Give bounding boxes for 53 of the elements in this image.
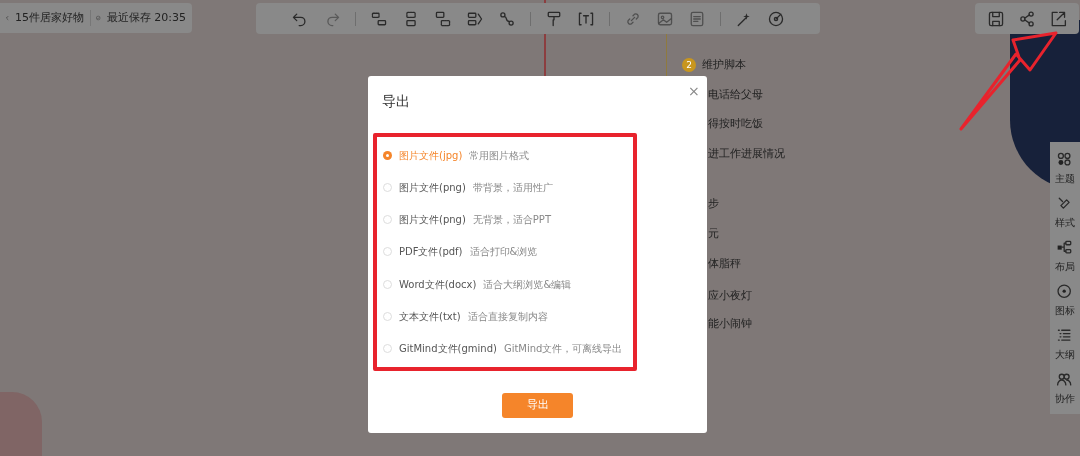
- mindmap-branch-line: [666, 34, 667, 76]
- share-icon[interactable]: [1018, 9, 1036, 28]
- mindmap-node-text[interactable]: 维护脚本: [702, 57, 746, 74]
- side-panel-label[interactable]: 协作: [1055, 390, 1075, 406]
- parent-node-icon[interactable]: [434, 9, 452, 28]
- save-status: 最近保存 20:35: [106, 9, 186, 26]
- option-hint: GitMind文件，可离线导出: [503, 342, 623, 357]
- option-hint: 适合大纲浏览&编辑: [483, 277, 572, 292]
- option-hint: 带背景，适用性广: [472, 180, 553, 195]
- option-hint: 无背景，适合PPT: [472, 213, 551, 228]
- mindmap-node-text[interactable]: 电话给父母: [708, 87, 763, 104]
- option-label[interactable]: 图片文件(png): [399, 179, 466, 195]
- save-icon[interactable]: [987, 9, 1006, 28]
- side-panel-label[interactable]: 布局: [1055, 258, 1075, 274]
- close-button[interactable]: ×: [688, 84, 700, 98]
- option-label[interactable]: 图片文件(png): [399, 212, 466, 228]
- radio-button[interactable]: [383, 215, 392, 225]
- radio-button[interactable]: [383, 150, 392, 160]
- option-label[interactable]: 文本文件(txt): [399, 309, 461, 325]
- radio-button[interactable]: [383, 182, 392, 192]
- option-label[interactable]: 图片文件(jpg): [399, 147, 463, 163]
- theme-icon[interactable]: [1056, 150, 1074, 169]
- mindmap-node-text[interactable]: 元: [708, 226, 719, 243]
- radio-button[interactable]: [383, 344, 392, 354]
- relation-line-icon[interactable]: [498, 9, 516, 28]
- radio-button[interactable]: [383, 247, 392, 257]
- side-panel-label[interactable]: 图标: [1055, 302, 1075, 318]
- radio-button[interactable]: [383, 279, 392, 289]
- paint-roller-icon[interactable]: [545, 9, 563, 28]
- layout-icon[interactable]: [1056, 238, 1074, 257]
- document-title[interactable]: 15件居家好物: [14, 9, 84, 27]
- mindmap-node-text[interactable]: 进工作进展情况: [708, 146, 785, 163]
- option-label[interactable]: GitMind文件(gmind): [399, 341, 497, 357]
- option-label[interactable]: Word文件(docx): [399, 276, 477, 292]
- side-panel-label[interactable]: 大纲: [1055, 346, 1075, 362]
- side-panel-label[interactable]: 主题: [1055, 170, 1075, 186]
- option-hint: 适合直接复制内容: [467, 310, 548, 325]
- dialog-title: 导出: [382, 92, 410, 111]
- note-icon[interactable]: [688, 9, 706, 28]
- radio-button[interactable]: [383, 312, 392, 322]
- mindmap-node-text[interactable]: 得按时吃饭: [708, 116, 763, 133]
- export-button[interactable]: 导出: [502, 393, 573, 418]
- mindmap-node-text[interactable]: 能小闹钟: [708, 316, 752, 333]
- option-hint: 适合打印&浏览: [469, 245, 538, 260]
- number-badge: 2: [682, 58, 696, 73]
- mindmap-node-text[interactable]: 体脂秤: [708, 256, 741, 273]
- mindmap-node-text[interactable]: 步: [708, 196, 719, 213]
- option-label[interactable]: PDF文件(pdf): [399, 244, 463, 260]
- mindmap-node-text[interactable]: 应小夜灯: [708, 288, 752, 305]
- option-hint: 常用图片格式: [469, 148, 530, 163]
- icon-icon[interactable]: [1056, 282, 1074, 301]
- side-panel-label[interactable]: 样式: [1055, 214, 1075, 230]
- gauge-icon[interactable]: [767, 9, 785, 28]
